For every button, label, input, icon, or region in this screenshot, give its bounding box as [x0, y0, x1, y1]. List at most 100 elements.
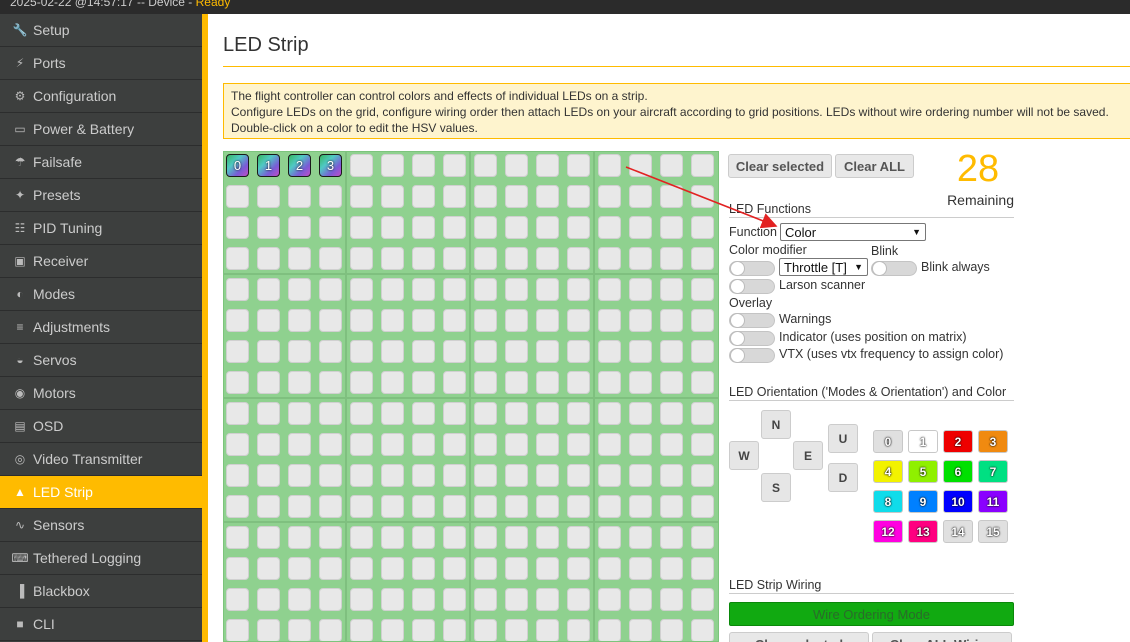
color-swatch-9[interactable]: 9	[908, 490, 938, 513]
led-cell[interactable]	[257, 588, 280, 611]
led-cell[interactable]	[288, 340, 311, 363]
led-cell[interactable]	[629, 216, 652, 239]
led-cell[interactable]	[598, 371, 621, 394]
sidebar-item-adjustments[interactable]: ≡ Adjustments	[0, 311, 202, 344]
led-cell[interactable]	[412, 402, 435, 425]
clear-selected-button[interactable]: Clear selected	[728, 154, 832, 178]
led-cell[interactable]	[350, 557, 373, 580]
led-cell[interactable]	[598, 185, 621, 208]
led-cell[interactable]	[474, 526, 497, 549]
orientation-west-button[interactable]: W	[729, 441, 759, 470]
led-cell[interactable]	[660, 309, 683, 332]
led-cell[interactable]	[412, 247, 435, 270]
led-cell[interactable]: 0	[226, 154, 249, 177]
led-cell[interactable]	[691, 526, 714, 549]
color-swatch-14[interactable]: 14	[943, 520, 973, 543]
led-cell[interactable]	[629, 588, 652, 611]
led-cell[interactable]	[319, 216, 342, 239]
vtx-toggle[interactable]	[729, 348, 775, 363]
led-cell[interactable]	[443, 185, 466, 208]
led-cell[interactable]	[505, 247, 528, 270]
sidebar-item-presets[interactable]: ✦ Presets	[0, 179, 202, 212]
led-cell[interactable]	[505, 526, 528, 549]
led-cell[interactable]	[567, 216, 590, 239]
led-cell[interactable]	[505, 278, 528, 301]
led-cell[interactable]	[288, 526, 311, 549]
led-cell[interactable]	[412, 371, 435, 394]
led-cell[interactable]	[691, 154, 714, 177]
led-cell[interactable]	[319, 433, 342, 456]
led-cell[interactable]	[567, 185, 590, 208]
sidebar-item-receiver[interactable]: ▣ Receiver	[0, 245, 202, 278]
led-cell[interactable]	[257, 247, 280, 270]
color-swatch-13[interactable]: 13	[908, 520, 938, 543]
led-cell[interactable]	[226, 557, 249, 580]
led-cell[interactable]	[536, 619, 559, 641]
led-cell[interactable]	[660, 557, 683, 580]
led-cell[interactable]	[691, 495, 714, 518]
led-cell[interactable]	[381, 588, 404, 611]
led-cell[interactable]	[350, 371, 373, 394]
led-cell[interactable]	[319, 557, 342, 580]
larson-scanner-toggle[interactable]	[729, 279, 775, 294]
led-cell[interactable]	[381, 247, 404, 270]
led-cell[interactable]	[257, 526, 280, 549]
led-cell[interactable]	[691, 278, 714, 301]
led-cell[interactable]	[474, 216, 497, 239]
led-cell[interactable]	[536, 247, 559, 270]
led-cell[interactable]	[598, 278, 621, 301]
sidebar-item-blackbox[interactable]: ▐ Blackbox	[0, 575, 202, 608]
led-cell[interactable]	[598, 154, 621, 177]
led-cell[interactable]: 3	[319, 154, 342, 177]
orientation-north-button[interactable]: N	[761, 410, 791, 439]
led-cell[interactable]	[288, 371, 311, 394]
led-cell[interactable]	[629, 402, 652, 425]
led-cell[interactable]	[505, 309, 528, 332]
orientation-up-button[interactable]: U	[828, 424, 858, 453]
led-cell[interactable]	[505, 154, 528, 177]
led-cell[interactable]	[598, 309, 621, 332]
led-cell[interactable]	[567, 557, 590, 580]
led-cell[interactable]	[691, 588, 714, 611]
led-cell[interactable]	[350, 278, 373, 301]
led-cell[interactable]	[660, 340, 683, 363]
led-cell[interactable]	[288, 495, 311, 518]
led-cell[interactable]	[536, 433, 559, 456]
wiring-clear-selected-button[interactable]: Clear selected	[729, 632, 869, 642]
led-cell[interactable]	[257, 495, 280, 518]
led-cell[interactable]	[412, 309, 435, 332]
sidebar-item-osd[interactable]: ▤ OSD	[0, 410, 202, 443]
sidebar-item-ports[interactable]: ⚡ Ports	[0, 47, 202, 80]
led-cell[interactable]	[443, 371, 466, 394]
orientation-down-button[interactable]: D	[828, 463, 858, 492]
led-cell[interactable]	[629, 247, 652, 270]
led-cell[interactable]	[412, 185, 435, 208]
clear-all-button[interactable]: Clear ALL	[835, 154, 914, 178]
led-cell[interactable]	[598, 588, 621, 611]
led-cell[interactable]	[598, 619, 621, 641]
led-cell[interactable]	[536, 278, 559, 301]
led-cell[interactable]	[474, 340, 497, 363]
led-cell[interactable]	[629, 278, 652, 301]
led-cell[interactable]	[288, 619, 311, 641]
led-cell[interactable]	[350, 402, 373, 425]
led-cell[interactable]	[474, 309, 497, 332]
led-cell[interactable]	[257, 309, 280, 332]
led-cell[interactable]	[691, 402, 714, 425]
led-cell[interactable]	[536, 557, 559, 580]
led-cell[interactable]	[629, 526, 652, 549]
led-cell[interactable]	[257, 185, 280, 208]
led-cell[interactable]	[288, 402, 311, 425]
led-cell[interactable]	[381, 557, 404, 580]
led-cell[interactable]	[629, 309, 652, 332]
led-cell[interactable]	[226, 402, 249, 425]
led-cell[interactable]	[660, 619, 683, 641]
color-swatch-6[interactable]: 6	[943, 460, 973, 483]
led-cell[interactable]	[226, 340, 249, 363]
led-cell[interactable]	[443, 402, 466, 425]
led-cell[interactable]	[474, 402, 497, 425]
led-cell[interactable]	[412, 619, 435, 641]
led-cell[interactable]	[350, 464, 373, 487]
led-cell[interactable]	[629, 619, 652, 641]
led-cell[interactable]	[505, 557, 528, 580]
